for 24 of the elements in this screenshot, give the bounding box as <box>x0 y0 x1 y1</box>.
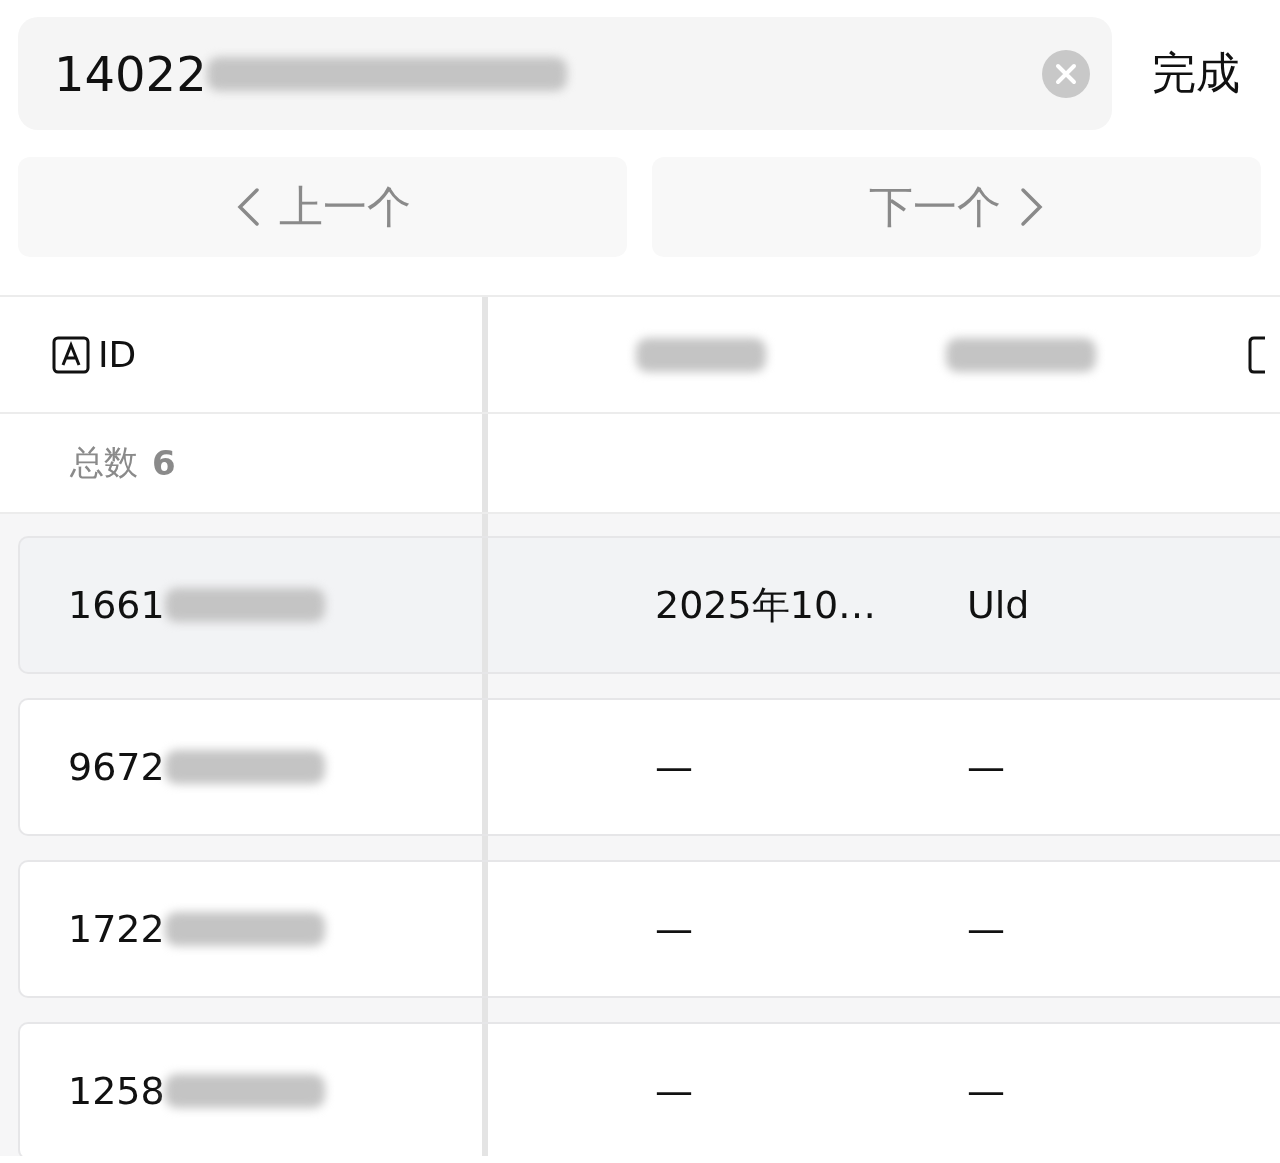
text-type-icon <box>1248 335 1266 374</box>
text-type-icon <box>52 335 90 374</box>
chevron-right-icon <box>1018 187 1045 227</box>
table-cell-text: — <box>967 745 1006 789</box>
table-row[interactable]: 1661 2025年10… Uld <box>18 536 1280 674</box>
table-cell: 9672 <box>68 745 165 789</box>
total-count: 总数 6 <box>69 441 177 485</box>
table-cell: 1722 <box>68 907 165 951</box>
table-cell: 1258 <box>68 1069 165 1113</box>
done-button[interactable]: 完成 <box>1152 44 1262 103</box>
table-cell-text: Uld <box>967 583 1031 627</box>
table-cell: 1661 <box>68 583 165 627</box>
clear-icon[interactable] <box>1042 49 1090 98</box>
table-row[interactable]: 1258 — — <box>18 1022 1280 1156</box>
column-header[interactable]: ID <box>98 334 137 375</box>
table-row[interactable]: 1722 — — <box>18 860 1280 998</box>
table-cell-text: 2025年10… <box>655 581 878 629</box>
table-cell-text: — <box>655 907 694 951</box>
search-field[interactable]: 14022 <box>18 17 1112 130</box>
table-cell-text: — <box>655 745 694 789</box>
table-cell-text: — <box>967 907 1006 951</box>
table-cell-text: — <box>967 1069 1006 1113</box>
table-row[interactable]: 9672 — — <box>18 698 1280 836</box>
table-cell-text: — <box>655 1069 694 1113</box>
